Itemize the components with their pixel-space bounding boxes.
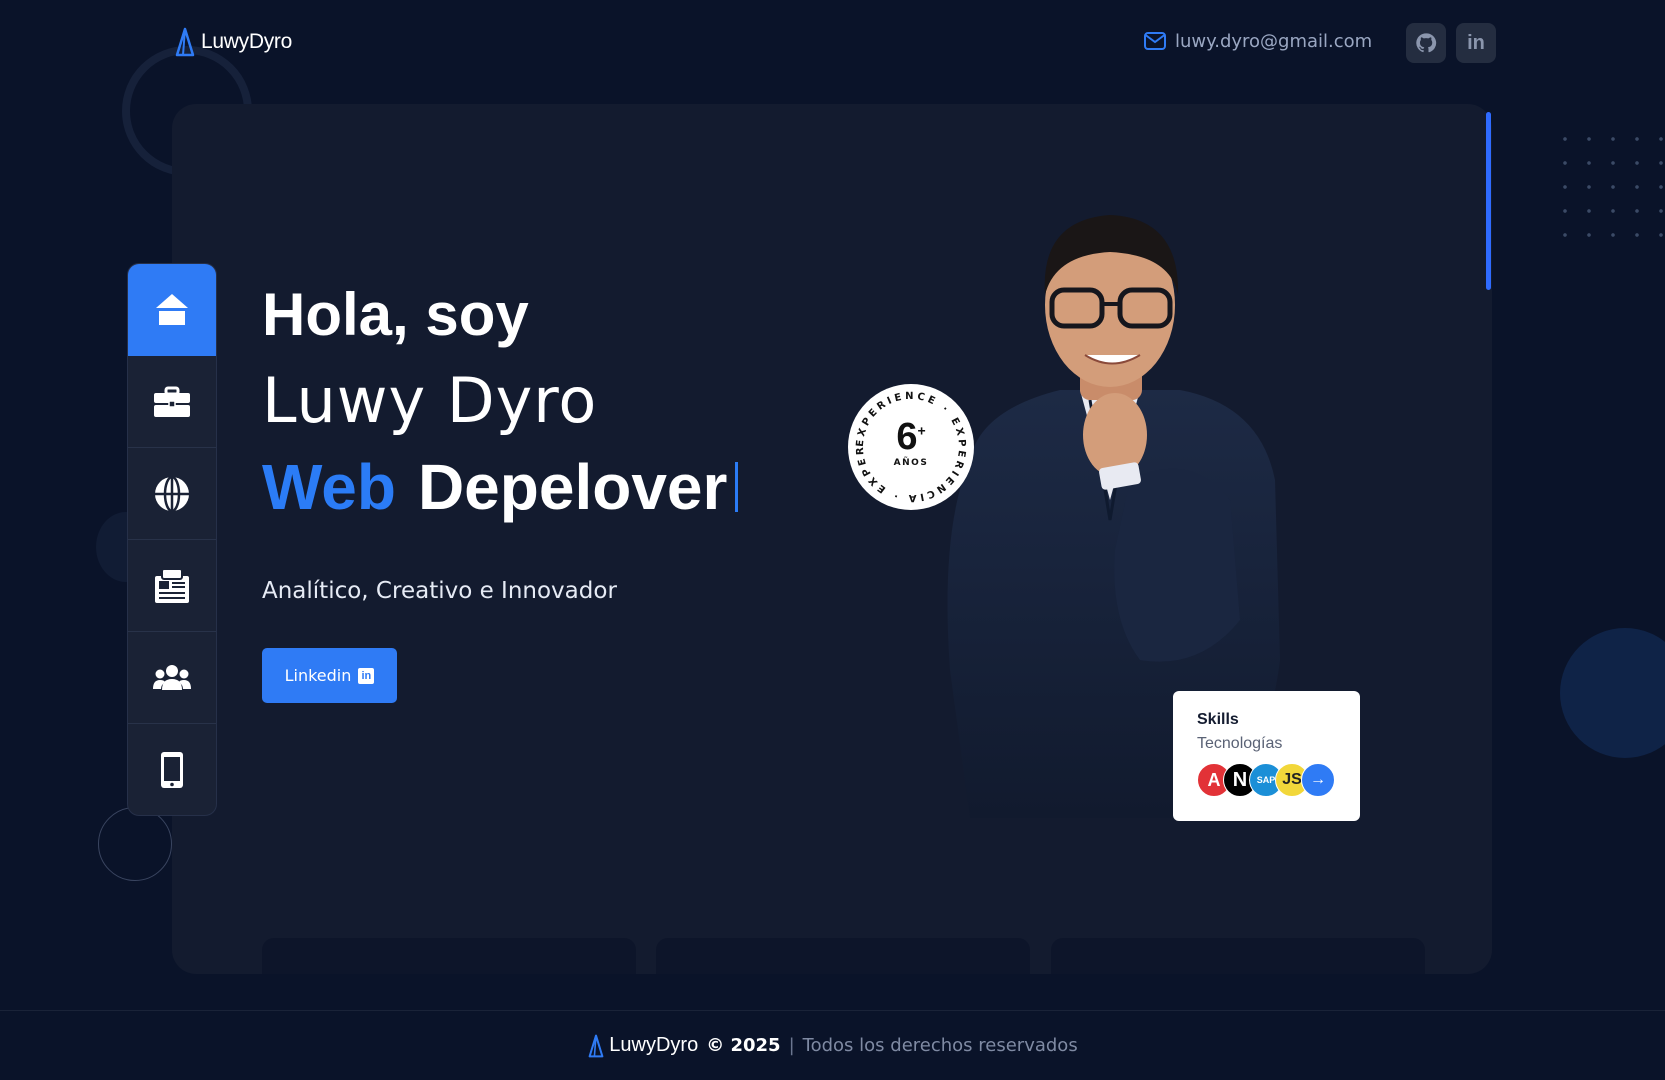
nav-item-contact[interactable] (128, 724, 216, 815)
hero-name: Luwy Dyro (262, 364, 598, 437)
scroll-indicator[interactable] (1486, 112, 1491, 290)
role-accent: Web (262, 451, 396, 523)
decorative-dot-grid (1553, 127, 1665, 242)
linkedin-icon: in (1467, 31, 1485, 54)
experience-number: 6+ (848, 418, 974, 456)
linkedin-cta-button[interactable]: Linkedin in (262, 648, 397, 703)
footer-copyright: © 2025 (706, 1035, 781, 1056)
email-text: luwy.dyro@gmail.com (1175, 30, 1373, 52)
nav-item-blog[interactable] (128, 540, 216, 632)
skills-title: Skills (1197, 711, 1239, 728)
hero-tagline: Analítico, Creativo e Innovador (262, 578, 617, 604)
tech-list: A N SAP JS → (1197, 763, 1360, 797)
skills-subtitle: Tecnologías (1197, 735, 1283, 752)
nav-item-web[interactable] (128, 448, 216, 540)
role-main: Depelover (417, 451, 728, 523)
mobile-icon (161, 752, 183, 788)
briefcase-icon (154, 386, 190, 417)
skills-card[interactable]: Skills Tecnologías A N SAP JS → (1173, 691, 1360, 821)
footer-separator: | (788, 1035, 795, 1056)
footer-rights: Todos los derechos reservados (802, 1035, 1078, 1056)
logo[interactable]: LuwyDyro (175, 27, 292, 57)
github-icon (1416, 33, 1437, 53)
users-icon (153, 664, 191, 690)
feature-card[interactable] (656, 938, 1030, 974)
nav-item-home[interactable] (128, 264, 216, 356)
site-header: LuwyDyro luwy.dyro@gmail.com in (0, 0, 1665, 86)
page: LuwyDyro luwy.dyro@gmail.com in Hola, so… (0, 0, 1665, 1080)
email-link[interactable]: luwy.dyro@gmail.com (1143, 30, 1372, 52)
logo-text: LuwyDyro (201, 30, 292, 53)
experience-badge: EXPERIENCE · EXPERIENCIA · EXPERIENCE · … (848, 384, 974, 510)
cta-label: Linkedin (284, 666, 352, 685)
footer-logo[interactable]: LuwyDyro (587, 1034, 698, 1058)
globe-icon (155, 475, 189, 512)
arrow-right-icon[interactable]: → (1301, 763, 1335, 797)
hero-greeting: Hola, soy (262, 281, 529, 348)
experience-unit: AÑOS (893, 458, 929, 468)
footer-logo-text: LuwyDyro (609, 1034, 699, 1056)
decorative-ring (98, 807, 172, 881)
typing-cursor (735, 462, 739, 512)
side-nav (127, 263, 217, 816)
experience-plus: + (917, 422, 926, 439)
logo-mark-icon (588, 1034, 604, 1057)
home-icon (156, 293, 188, 325)
hero-role: Web Depelover (262, 450, 739, 524)
experience-value: 6 (896, 416, 918, 458)
nav-item-experience[interactable] (128, 356, 216, 448)
linkedin-button[interactable]: in (1456, 23, 1496, 63)
logo-mark-icon (175, 27, 195, 57)
newspaper-icon (155, 567, 189, 603)
site-footer: LuwyDyro © 2025 | Todos los derechos res… (0, 1010, 1665, 1080)
linkedin-icon: in (358, 667, 375, 684)
decorative-blob (1560, 628, 1665, 758)
mail-icon (1144, 32, 1166, 50)
github-button[interactable] (1406, 23, 1446, 63)
feature-card[interactable] (262, 938, 636, 974)
nav-item-team[interactable] (128, 632, 216, 724)
feature-card[interactable] (1051, 938, 1425, 974)
